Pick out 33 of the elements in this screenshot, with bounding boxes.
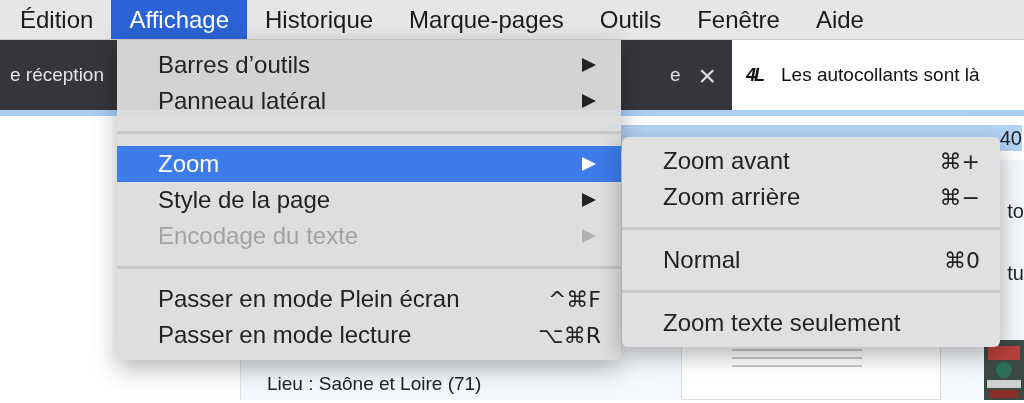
menu-bar-item[interactable]: Aide	[797, 0, 882, 39]
menu-bar-item[interactable]: Outils	[581, 0, 680, 39]
menu-bar-item[interactable]: Affichage	[111, 0, 248, 39]
menu-bar-item[interactable]: Marque-pages	[391, 0, 582, 39]
close-button[interactable]: ×	[698, 52, 716, 98]
menu-item[interactable]: Panneau latéral	[117, 83, 621, 119]
menu-bar-item[interactable]: Historique	[247, 0, 392, 39]
shortcut-text: ⌘+	[939, 147, 980, 176]
tab-title: e réception	[10, 62, 104, 87]
browser-tab[interactable]: 4L Les autocollants sont là	[732, 40, 1024, 110]
menu-item[interactable]: Zoom texte seulement	[622, 305, 1000, 341]
menu-item[interactable]: Passer en mode Plein écran ^⌘F	[117, 281, 621, 317]
menu-bar-item[interactable]: Fenêtre	[679, 0, 798, 39]
url-text[interactable]: 40	[999, 123, 1022, 153]
shortcut-text: ⌥⌘R	[538, 321, 601, 350]
menu-item[interactable]: Normal ⌘0	[622, 242, 1000, 278]
page-text: to	[1007, 199, 1024, 224]
menu-item[interactable]: Barres d’outils	[117, 47, 621, 83]
menu-item[interactable]: Passer en mode lecture ⌥⌘R	[117, 317, 621, 353]
page-text: Lieu : Saône et Loire (71)	[267, 371, 482, 396]
site-logo: 4L	[746, 63, 763, 87]
tab-title: e	[669, 62, 681, 87]
menu-item[interactable]: Zoom	[117, 146, 621, 182]
page-text: tu	[1007, 261, 1024, 286]
shortcut-text: ^⌘F	[547, 285, 601, 314]
tab-title: Les autocollants sont là	[781, 62, 980, 87]
menu-item[interactable]: Style de la page	[117, 182, 621, 218]
menu-bar-item[interactable]: Édition	[2, 0, 112, 39]
menu-item[interactable]: Zoom avant ⌘+	[622, 143, 1000, 179]
shortcut-text: ⌘−	[939, 183, 980, 212]
menu-item[interactable]: Zoom arrière ⌘−	[622, 179, 1000, 215]
browser-tab[interactable]: e réception	[0, 40, 120, 110]
shortcut-text: ⌘0	[944, 246, 980, 275]
